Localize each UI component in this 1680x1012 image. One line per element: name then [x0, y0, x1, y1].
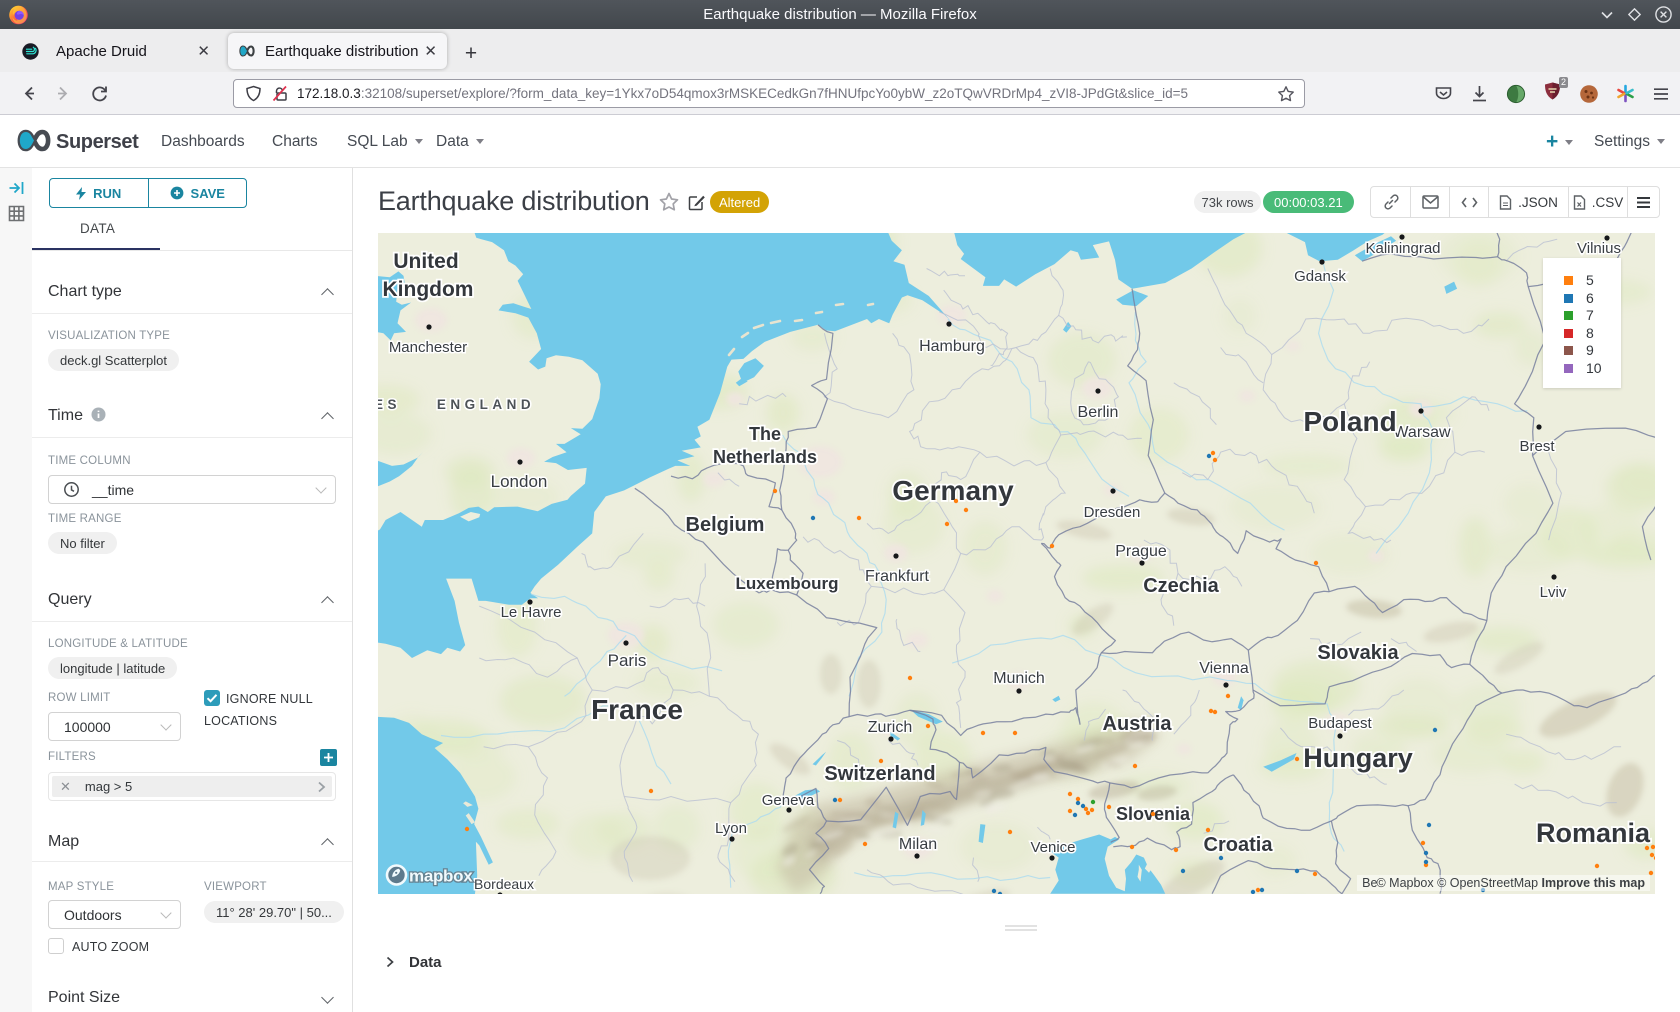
- svg-text:London: London: [491, 472, 548, 491]
- svg-text:United: United: [393, 250, 458, 273]
- svg-text:Hamburg: Hamburg: [919, 338, 985, 355]
- svg-text:Czechia: Czechia: [1143, 575, 1219, 597]
- svg-text:Bordeaux: Bordeaux: [474, 876, 534, 892]
- svg-text:Budapest: Budapest: [1308, 715, 1372, 732]
- svg-text:Geneva: Geneva: [762, 792, 815, 809]
- svg-text:Croatia: Croatia: [1204, 834, 1274, 856]
- svg-text:The: The: [749, 424, 781, 444]
- svg-text:Lyon: Lyon: [715, 820, 747, 837]
- svg-text:Prague: Prague: [1115, 543, 1167, 560]
- svg-text:Vienna: Vienna: [1199, 660, 1249, 677]
- svg-text:ES: ES: [378, 397, 401, 412]
- svg-text:Romania: Romania: [1536, 818, 1651, 848]
- svg-text:Luxembourg: Luxembourg: [736, 574, 839, 593]
- svg-text:Dresden: Dresden: [1084, 504, 1141, 521]
- svg-text:France: France: [591, 694, 683, 725]
- svg-text:Kingdom: Kingdom: [383, 278, 474, 301]
- svg-text:Slovakia: Slovakia: [1317, 642, 1399, 664]
- svg-text:ENGLAND: ENGLAND: [437, 397, 535, 412]
- svg-text:Berlin: Berlin: [1078, 404, 1119, 421]
- svg-text:Brest: Brest: [1519, 438, 1555, 455]
- svg-text:Zurich: Zurich: [868, 719, 912, 736]
- svg-text:Le Havre: Le Havre: [501, 604, 562, 621]
- svg-text:Munich: Munich: [993, 670, 1045, 687]
- svg-text:Lviv: Lviv: [1540, 584, 1567, 601]
- svg-text:Kaliningrad: Kaliningrad: [1365, 240, 1440, 257]
- svg-text:Poland: Poland: [1303, 406, 1396, 437]
- svg-text:Belgium: Belgium: [686, 514, 765, 536]
- svg-text:Netherlands: Netherlands: [713, 447, 817, 467]
- svg-text:Paris: Paris: [608, 651, 647, 670]
- svg-text:mapbox: mapbox: [409, 866, 473, 885]
- svg-text:Germany: Germany: [892, 475, 1014, 506]
- svg-text:Austria: Austria: [1103, 713, 1173, 735]
- svg-text:Superset: Superset: [56, 131, 139, 153]
- svg-text:Venice: Venice: [1030, 839, 1075, 856]
- svg-text:Switzerland: Switzerland: [824, 763, 935, 785]
- svg-text:Manchester: Manchester: [389, 339, 467, 356]
- svg-text:Gdansk: Gdansk: [1294, 268, 1346, 285]
- svg-text:Milan: Milan: [899, 836, 937, 853]
- svg-text:Vilnius: Vilnius: [1577, 240, 1621, 257]
- svg-text:Hungary: Hungary: [1303, 743, 1413, 773]
- svg-text:Frankfurt: Frankfurt: [865, 568, 930, 585]
- svg-text:Warsaw: Warsaw: [1393, 424, 1451, 441]
